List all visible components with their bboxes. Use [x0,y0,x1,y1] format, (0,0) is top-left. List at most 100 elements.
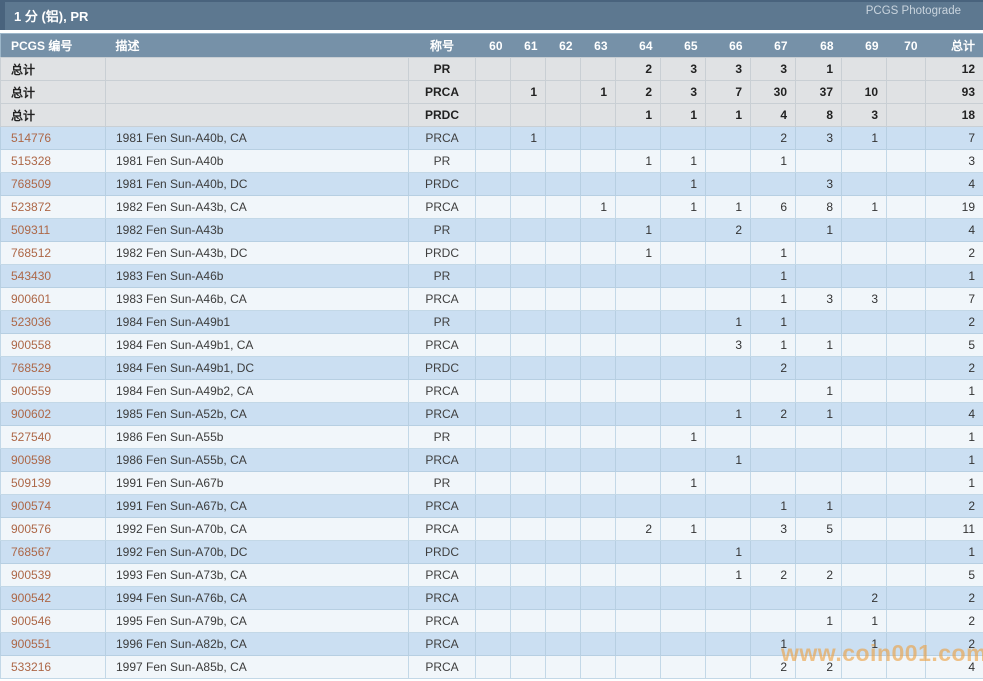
grade-62-count-cell [545,103,581,127]
designation-cell: PR [408,264,476,288]
pcgs-number-link[interactable]: 900558 [0,333,106,357]
designation-cell: PR [408,57,476,81]
grade-68-count-cell: 8 [795,195,842,219]
grade-67-count-cell: 4 [750,103,796,127]
grade-60-count-cell [475,264,511,288]
grade-63-count-cell [580,241,616,265]
grade-68-count-cell [795,448,842,472]
grade-62-count-cell [545,149,581,173]
grade-64-count-cell: 1 [615,103,661,127]
pcgs-number-link[interactable]: 768567 [0,540,106,564]
grade-63-count-cell [580,609,616,633]
grade-65-count-cell: 1 [660,425,706,449]
pcgs-number-link[interactable]: 515328 [0,149,106,173]
description-cell [105,57,409,81]
pcgs-number-link[interactable]: 900546 [0,609,106,633]
grade-61-count-cell [510,149,546,173]
grade-60-count-cell [475,149,511,173]
grade-70-count-cell [886,471,926,495]
pcgs-number-link[interactable]: 523036 [0,310,106,334]
grade-61-count-cell [510,310,546,334]
grade-62-count-cell [545,540,581,564]
grade-68-count-cell: 37 [795,80,842,104]
grade-69-count-cell [841,402,887,426]
pcgs-number-link[interactable]: 900559 [0,379,106,403]
grade-70-count-cell [886,609,926,633]
grade-69-count-cell [841,425,887,449]
grade-70-count-cell [886,310,926,334]
pcgs-number-link[interactable]: 768529 [0,356,106,380]
grade-69-count-cell [841,172,887,196]
table-row: 900546 1995 Fen Sun-A79b, CA PRCA 1 1 2 [0,609,983,633]
total-cell: 1 [925,425,983,449]
grade-62-count-cell [545,402,581,426]
pcgs-number-link[interactable]: 900601 [0,287,106,311]
column-header-66: 66 [705,33,751,58]
grade-61-count-cell [510,287,546,311]
pcgs-number-link[interactable]: 900539 [0,563,106,587]
grade-66-count-cell [705,126,751,150]
grade-68-count-cell: 1 [795,494,842,518]
pcgs-number-link[interactable]: 768509 [0,172,106,196]
grade-64-count-cell: 2 [615,80,661,104]
table-row: 900598 1986 Fen Sun-A55b, CA PRCA 1 1 [0,448,983,472]
pcgs-number-link[interactable]: 900574 [0,494,106,518]
grade-61-count-cell [510,241,546,265]
grade-65-count-cell: 1 [660,103,706,127]
grade-60-count-cell [475,494,511,518]
grade-61-count-cell [510,425,546,449]
grade-61-count-cell [510,195,546,219]
grade-61-count-cell: 1 [510,126,546,150]
grade-60-count-cell [475,586,511,610]
pcgs-number-link[interactable]: 543430 [0,264,106,288]
pcgs-number-link[interactable]: 768512 [0,241,106,265]
grade-60-count-cell [475,333,511,357]
pcgs-number-link[interactable]: 900576 [0,517,106,541]
table-row: 543430 1983 Fen Sun-A46b PR 1 1 [0,264,983,288]
pcgs-number-link[interactable]: 527540 [0,425,106,449]
grade-64-count-cell [615,494,661,518]
grade-64-count-cell [615,379,661,403]
total-cell: 5 [925,333,983,357]
grade-69-count-cell: 1 [841,195,887,219]
grade-62-count-cell [545,356,581,380]
grade-63-count-cell [580,494,616,518]
grade-70-count-cell [886,103,926,127]
pcgs-number-link[interactable]: 509139 [0,471,106,495]
grade-61-count-cell [510,517,546,541]
grade-60-count-cell [475,80,511,104]
pcgs-number-link[interactable]: 533216 [0,655,106,679]
pcgs-number-link[interactable]: 509311 [0,218,106,242]
grade-70-count-cell [886,356,926,380]
designation-cell: PR [408,218,476,242]
table-row: 527540 1986 Fen Sun-A55b PR 1 1 [0,425,983,449]
grade-67-count-cell: 2 [750,655,796,679]
grade-64-count-cell [615,586,661,610]
population-table: PCGS 编号 描述 称号 60 61 62 63 64 65 66 67 68 69 70 总计 总计 PR… [0,33,983,679]
description-cell: 1992 Fen Sun-A70b, DC [105,540,409,564]
grade-66-count-cell [705,379,751,403]
pcgs-number-link[interactable]: 900542 [0,586,106,610]
grade-67-count-cell: 1 [750,333,796,357]
grade-68-count-cell [795,241,842,265]
grade-61-count-cell [510,586,546,610]
pcgs-number-link[interactable]: 900598 [0,448,106,472]
pcgs-number-link[interactable]: 514776 [0,126,106,150]
grade-61-count-cell [510,103,546,127]
column-header-62: 62 [545,33,581,58]
grade-66-count-cell [705,172,751,196]
pcgs-number-link[interactable]: 900602 [0,402,106,426]
grade-66-count-cell [705,356,751,380]
description-cell: 1986 Fen Sun-A55b [105,425,409,449]
grade-66-count-cell [705,241,751,265]
grade-67-count-cell [750,172,796,196]
grade-68-count-cell: 1 [795,218,842,242]
column-header-68: 68 [795,33,842,58]
pcgs-number-link[interactable]: 900551 [0,632,106,656]
pcgs-number-link[interactable]: 523872 [0,195,106,219]
grade-63-count-cell [580,655,616,679]
grade-60-count-cell [475,448,511,472]
grade-62-count-cell [545,241,581,265]
grade-69-count-cell: 2 [841,586,887,610]
designation-cell: PRCA [408,126,476,150]
